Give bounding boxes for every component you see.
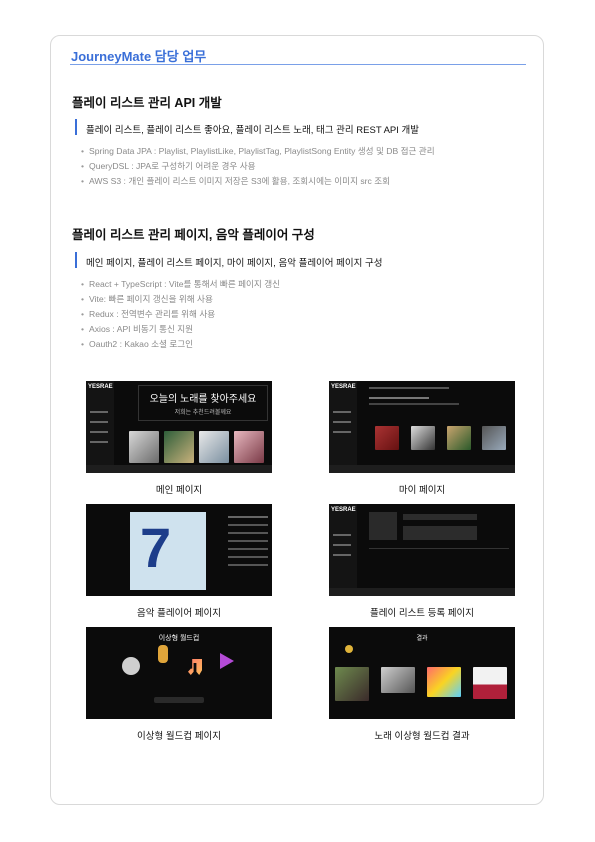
- main-page-caption: 메인 페이지: [155, 485, 203, 496]
- album-thumb: [199, 431, 229, 463]
- album-thumb: [447, 426, 471, 450]
- content-card: JourneyMate 담당 업무 플레이 리스트 관리 API 개발 플레이 …: [50, 35, 544, 805]
- app-logo: YESRAE: [88, 384, 113, 390]
- album-thumb: [164, 431, 194, 463]
- app-logo: YESRAE: [331, 507, 356, 513]
- music-player-bar: [86, 465, 272, 473]
- list-item: Redux : 전역변수 관리를 위해 사용: [81, 307, 280, 322]
- main-page-screenshot: YESRAE 오늘의 노래를 찾아주세요 저희는 추천드려볼께요: [86, 381, 272, 473]
- section-2-subtitle: 메인 페이지, 플레이 리스트 페이지, 마이 페이지, 음악 플레이어 페이지…: [86, 258, 383, 269]
- album-thumb: [335, 667, 369, 701]
- list-item: Vite: 빠른 페이지 갱신을 위해 사용: [81, 292, 280, 307]
- headphones-icon: [122, 657, 140, 675]
- main-banner-line1: 오늘의 노래를 찾아주세요: [149, 394, 257, 405]
- album-thumb: [234, 431, 264, 463]
- section-1-bullet-list: Spring Data JPA : Playlist, PlaylistLike…: [81, 144, 435, 189]
- album-cover: 7: [130, 512, 206, 590]
- album-thumb: [129, 431, 159, 463]
- list-item: Spring Data JPA : Playlist, PlaylistLike…: [81, 144, 435, 159]
- album-thumb: [375, 426, 399, 450]
- list-item: Axios : API 비동기 통신 지원: [81, 322, 280, 337]
- worldcup-title: 이상형 월드컵: [158, 635, 200, 642]
- worldcup-result-caption: 노래 이상형 월드컵 결과: [374, 731, 470, 742]
- image-upload-box: [369, 512, 397, 540]
- album-thumb: [427, 667, 461, 697]
- worldcup-caption: 이상형 월드컵 페이지: [137, 731, 221, 742]
- album-thumb: [473, 667, 507, 699]
- album-thumb: [482, 426, 506, 450]
- start-button[interactable]: [154, 697, 204, 703]
- album-thumb: [411, 426, 435, 450]
- page-title: JourneyMate 담당 업무: [71, 49, 207, 64]
- music-player-screenshot: 7: [86, 504, 272, 596]
- my-page-caption: 마이 페이지: [398, 485, 446, 496]
- trophy-icon: [345, 645, 353, 653]
- app-sidebar: [86, 381, 114, 473]
- main-banner: 오늘의 노래를 찾아주세요 저희는 추천드려볼께요: [138, 385, 268, 421]
- track-list: [228, 508, 268, 588]
- section-2-title: 플레이 리스트 관리 페이지, 음악 플레이어 구성: [72, 228, 315, 242]
- my-page-screenshot: YESRAE: [329, 381, 515, 473]
- section-1-accent-bar: [75, 119, 77, 135]
- header-divider: [70, 64, 526, 65]
- main-banner-line2: 저희는 추천드려볼께요: [174, 410, 232, 416]
- list-item: QueryDSL : JPA로 구성하기 어려운 경우 사용: [81, 159, 435, 174]
- playlist-register-screenshot: YESRAE: [329, 504, 515, 596]
- album-cover-glyph: 7: [140, 516, 172, 579]
- microphone-icon: [158, 645, 168, 663]
- section-2-bullet-list: React + TypeScript : Vite를 통해서 빠른 페이지 갱신…: [81, 277, 280, 352]
- section-1-title: 플레이 리스트 관리 API 개발: [72, 96, 222, 110]
- music-player-caption: 음악 플레이어 페이지: [137, 608, 221, 619]
- result-title: 결과: [416, 636, 428, 642]
- list-item: Oauth2 : Kakao 소셜 로그인: [81, 337, 280, 352]
- list-item: AWS S3 : 개인 플레이 리스트 이미지 저장은 S3에 활용, 조회시에…: [81, 174, 435, 189]
- worldcup-result-screenshot: 결과: [329, 627, 515, 719]
- worldcup-screenshot: 이상형 월드컵: [86, 627, 272, 719]
- section-1-subtitle: 플레이 리스트, 플레이 리스트 좋아요, 플레이 리스트 노래, 태그 관리 …: [86, 125, 420, 136]
- section-2-accent-bar: [75, 252, 77, 268]
- playlist-register-caption: 플레이 리스트 등록 페이지: [369, 608, 475, 619]
- music-note-icon: [188, 659, 202, 675]
- list-item: React + TypeScript : Vite를 통해서 빠른 페이지 갱신: [81, 277, 280, 292]
- album-thumb: [381, 667, 415, 693]
- app-logo: YESRAE: [331, 384, 356, 390]
- play-icon: [220, 653, 234, 669]
